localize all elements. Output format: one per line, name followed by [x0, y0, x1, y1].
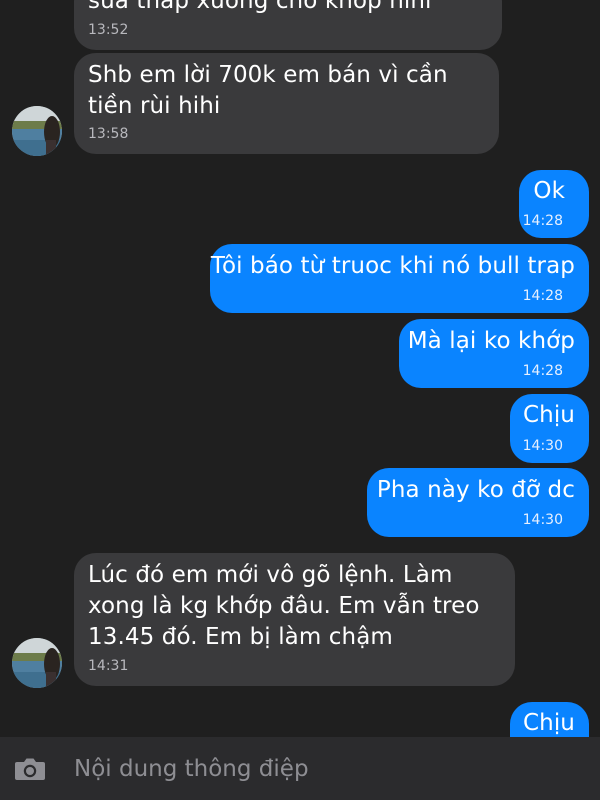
- message-text: sửa thấp xuống cho khớp hihi: [88, 0, 432, 14]
- message-input[interactable]: [74, 749, 574, 789]
- message-time: 14:30: [522, 512, 563, 528]
- message-text: Tôi báo từ truoc khi nó bull trap: [210, 253, 575, 279]
- message-text: Mà lại ko khớp: [407, 328, 575, 354]
- message-text: Chịu: [522, 402, 575, 428]
- message-text: Chịu: [522, 710, 575, 736]
- message-composer: [0, 737, 600, 800]
- camera-icon[interactable]: [14, 757, 46, 781]
- message-text: Lúc đó em mới vô gõ lệnh. Làm xong là kg…: [88, 562, 480, 650]
- message-time: 13:52: [88, 22, 129, 38]
- message-bubble-incoming[interactable]: sửa thấp xuống cho khớp hihi 13:52: [74, 0, 502, 50]
- message-bubble-outgoing[interactable]: Tôi báo từ truoc khi nó bull trap 14:28: [210, 244, 589, 313]
- message-bubble-outgoing[interactable]: Chịu 14:30: [510, 394, 589, 463]
- message-text: Pha này ko đỡ dc: [376, 477, 575, 503]
- message-text: Ok: [533, 178, 565, 204]
- message-time: 14:30: [522, 438, 563, 454]
- message-bubble-incoming[interactable]: Shb em lời 700k em bán vì cần tiền rùi h…: [74, 53, 499, 154]
- message-time: 14:28: [522, 363, 563, 379]
- message-time: 14:28: [522, 213, 563, 229]
- message-text: Shb em lời 700k em bán vì cần tiền rùi h…: [88, 62, 448, 119]
- message-time: 13:58: [88, 126, 129, 142]
- message-time: 14:31: [88, 658, 129, 674]
- message-bubble-outgoing[interactable]: Mà lại ko khớp 14:28: [399, 319, 589, 388]
- contact-avatar[interactable]: [12, 106, 62, 156]
- chat-screen: sửa thấp xuống cho khớp hihi 13:52 Shb e…: [0, 0, 600, 800]
- avatar-photo-icon: [12, 106, 62, 156]
- message-bubble-outgoing[interactable]: Ok 14:28: [519, 170, 589, 238]
- message-bubble-incoming[interactable]: Lúc đó em mới vô gõ lệnh. Làm xong là kg…: [74, 553, 515, 686]
- message-time: 14:28: [522, 288, 563, 304]
- message-bubble-outgoing[interactable]: Pha này ko đỡ dc 14:30: [367, 468, 589, 537]
- avatar-photo-icon: [12, 638, 62, 688]
- contact-avatar[interactable]: [12, 638, 62, 688]
